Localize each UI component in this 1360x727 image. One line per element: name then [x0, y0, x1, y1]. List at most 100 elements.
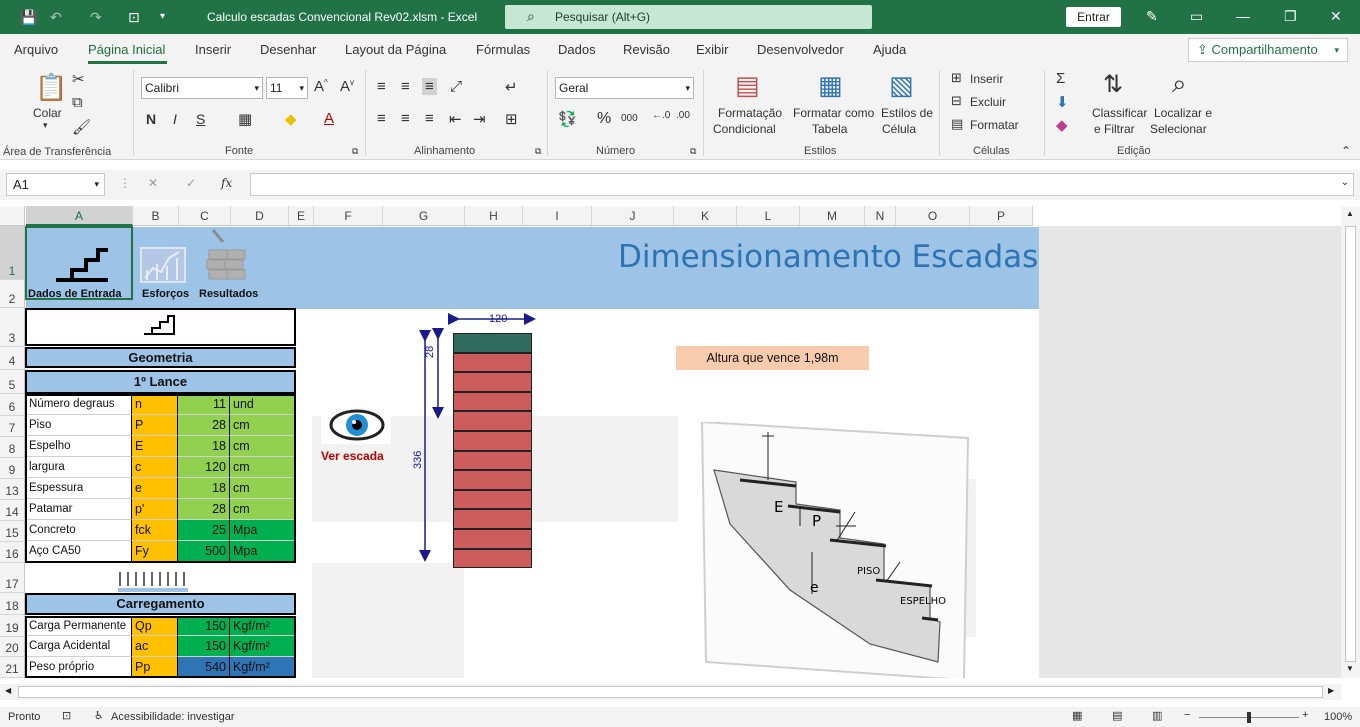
conditional-format-label1[interactable]: Formatação	[718, 106, 782, 120]
accessibility-icon[interactable]: ♿	[94, 709, 104, 722]
alignment-dialog-launcher-icon[interactable]: ⧉	[535, 146, 541, 157]
scroll-right-icon[interactable]: ▶	[1328, 686, 1334, 695]
tab-desenhar[interactable]: Desenhar	[260, 42, 316, 57]
param-value[interactable]: 120	[178, 457, 230, 478]
name-box[interactable]: A1 ▾	[6, 173, 105, 196]
row-header-8[interactable]: 8	[0, 437, 25, 458]
column-header-f[interactable]: F	[314, 206, 383, 226]
row-header-16[interactable]: 16	[0, 542, 25, 563]
tab-revisao[interactable]: Revisão	[623, 42, 670, 57]
format-cells-label[interactable]: Formatar	[970, 118, 1019, 132]
row-header-17[interactable]: 17	[0, 563, 25, 593]
tab-arquivo[interactable]: Arquivo	[14, 42, 58, 57]
fill-icon[interactable]: ⬇	[1056, 93, 1069, 111]
cell-styles-icon[interactable]: ▧	[889, 70, 914, 101]
pen-icon[interactable]: ✎	[1146, 8, 1158, 25]
zoom-slider-thumb[interactable]	[1247, 712, 1251, 723]
row-header-15[interactable]: 15	[0, 521, 25, 542]
column-header-k[interactable]: K	[674, 206, 737, 226]
align-center-icon[interactable]: ≡	[401, 110, 410, 127]
row-header-7[interactable]: 7	[0, 416, 25, 437]
decrease-decimal-icon[interactable]: .00	[676, 110, 690, 121]
param-value[interactable]: 500	[178, 541, 230, 562]
tab-dados[interactable]: Dados	[558, 42, 596, 57]
increase-decimal-icon[interactable]: ←.0	[652, 110, 670, 121]
chevron-down-icon[interactable]: ▾	[43, 120, 48, 131]
normal-view-icon[interactable]: ▦	[1072, 709, 1082, 722]
expand-formula-icon[interactable]: ⌄	[1341, 177, 1349, 188]
load-value[interactable]: 150	[178, 616, 230, 637]
row-header-14[interactable]: 14	[0, 500, 25, 521]
font-dialog-launcher-icon[interactable]: ⧉	[352, 146, 358, 157]
select-all-corner[interactable]	[0, 206, 25, 226]
paste-label[interactable]: Colar	[33, 106, 62, 120]
enter-icon[interactable]: ✓	[186, 176, 196, 190]
chart-icon[interactable]	[139, 246, 187, 284]
row-header-21[interactable]: 21	[0, 657, 25, 678]
find-select-icon[interactable]: ⌕	[1172, 68, 1187, 100]
zoom-in-icon[interactable]: +	[1302, 709, 1308, 721]
wrap-text-icon[interactable]: ↵	[505, 78, 518, 96]
horizontal-scrollbar[interactable]: ◀ ▶	[0, 684, 1341, 700]
column-header-c[interactable]: C	[179, 206, 231, 226]
comma-style-icon[interactable]: 000	[621, 113, 638, 124]
bricks-icon[interactable]	[205, 228, 249, 286]
underline-button[interactable]: S	[196, 111, 205, 127]
vscroll-thumb[interactable]	[1345, 226, 1356, 662]
column-header-l[interactable]: L	[737, 206, 800, 226]
sort-filter-label1[interactable]: Classificar	[1092, 106, 1147, 120]
tab-inserir[interactable]: Inserir	[195, 42, 231, 57]
tab-ajuda[interactable]: Ajuda	[873, 42, 906, 57]
insert-cells-icon[interactable]: ⊞	[951, 70, 962, 86]
tab-desenvolvedor[interactable]: Desenvolvedor	[757, 42, 844, 57]
zoom-level[interactable]: 100%	[1324, 711, 1352, 723]
align-left-icon[interactable]: ≡	[377, 110, 386, 127]
format-as-table-label1[interactable]: Formatar como	[793, 106, 874, 120]
ribbon-display-icon[interactable]: ▭	[1190, 8, 1203, 25]
align-right-icon[interactable]: ≡	[425, 110, 434, 127]
find-select-label2[interactable]: Selecionar	[1150, 122, 1207, 136]
sort-filter-icon[interactable]: ⇅	[1103, 70, 1123, 99]
tab-formulas[interactable]: Fórmulas	[476, 42, 530, 57]
format-as-table-label2[interactable]: Tabela	[812, 122, 847, 136]
scroll-left-icon[interactable]: ◀	[5, 686, 11, 695]
eye-icon[interactable]	[329, 408, 385, 442]
cell-styles-label1[interactable]: Estilos de	[881, 106, 933, 120]
align-bottom-icon[interactable]: ≡	[422, 78, 437, 95]
font-name-select[interactable]: Calibri ▾	[141, 77, 263, 99]
cut-icon[interactable]: ✂	[72, 70, 85, 88]
scroll-down-icon[interactable]: ▼	[1346, 664, 1354, 673]
cell-styles-label2[interactable]: Célula	[882, 122, 916, 136]
column-header-j[interactable]: J	[592, 206, 674, 226]
undo-icon[interactable]: ↶	[50, 9, 62, 26]
minimize-icon[interactable]: —	[1236, 8, 1250, 24]
save-icon[interactable]: 💾	[20, 9, 37, 26]
fill-color-icon[interactable]: ◆	[285, 110, 297, 128]
cancel-icon[interactable]: ✕	[148, 176, 158, 190]
macro-record-icon[interactable]: ⊡	[62, 709, 71, 722]
collapse-ribbon-icon[interactable]: ⌃	[1341, 144, 1351, 158]
row-header-9[interactable]: 9	[0, 458, 25, 479]
align-middle-icon[interactable]: ≡	[401, 78, 410, 95]
borders-icon[interactable]: ▦	[238, 110, 252, 128]
customize-qa-icon[interactable]: ▾	[160, 11, 165, 22]
nav-esforcos[interactable]: Esforços	[142, 288, 189, 300]
font-color-icon[interactable]: A	[324, 110, 334, 127]
tab-pagina-inicial[interactable]: Página Inicial	[88, 42, 165, 57]
italic-button[interactable]: I	[173, 111, 177, 127]
number-dialog-launcher-icon[interactable]: ⧉	[690, 146, 696, 157]
ver-escada-button[interactable]: Ver escada	[321, 449, 384, 463]
tab-exibir[interactable]: Exibir	[696, 42, 729, 57]
merge-center-icon[interactable]: ⊞	[505, 110, 518, 128]
param-value[interactable]: 28	[178, 499, 230, 520]
load-value[interactable]: 540	[178, 656, 230, 677]
row-header-18[interactable]: 18	[0, 593, 25, 615]
vertical-scrollbar[interactable]: ▲ ▼	[1341, 206, 1360, 678]
column-header-n[interactable]: N	[865, 206, 896, 226]
row-header-19[interactable]: 19	[0, 615, 25, 637]
bold-button[interactable]: N	[146, 111, 156, 127]
column-header-b[interactable]: B	[133, 206, 179, 226]
column-header-m[interactable]: M	[800, 206, 865, 226]
page-layout-icon[interactable]: ▤	[1112, 709, 1122, 722]
row-header-20[interactable]: 20	[0, 637, 25, 657]
